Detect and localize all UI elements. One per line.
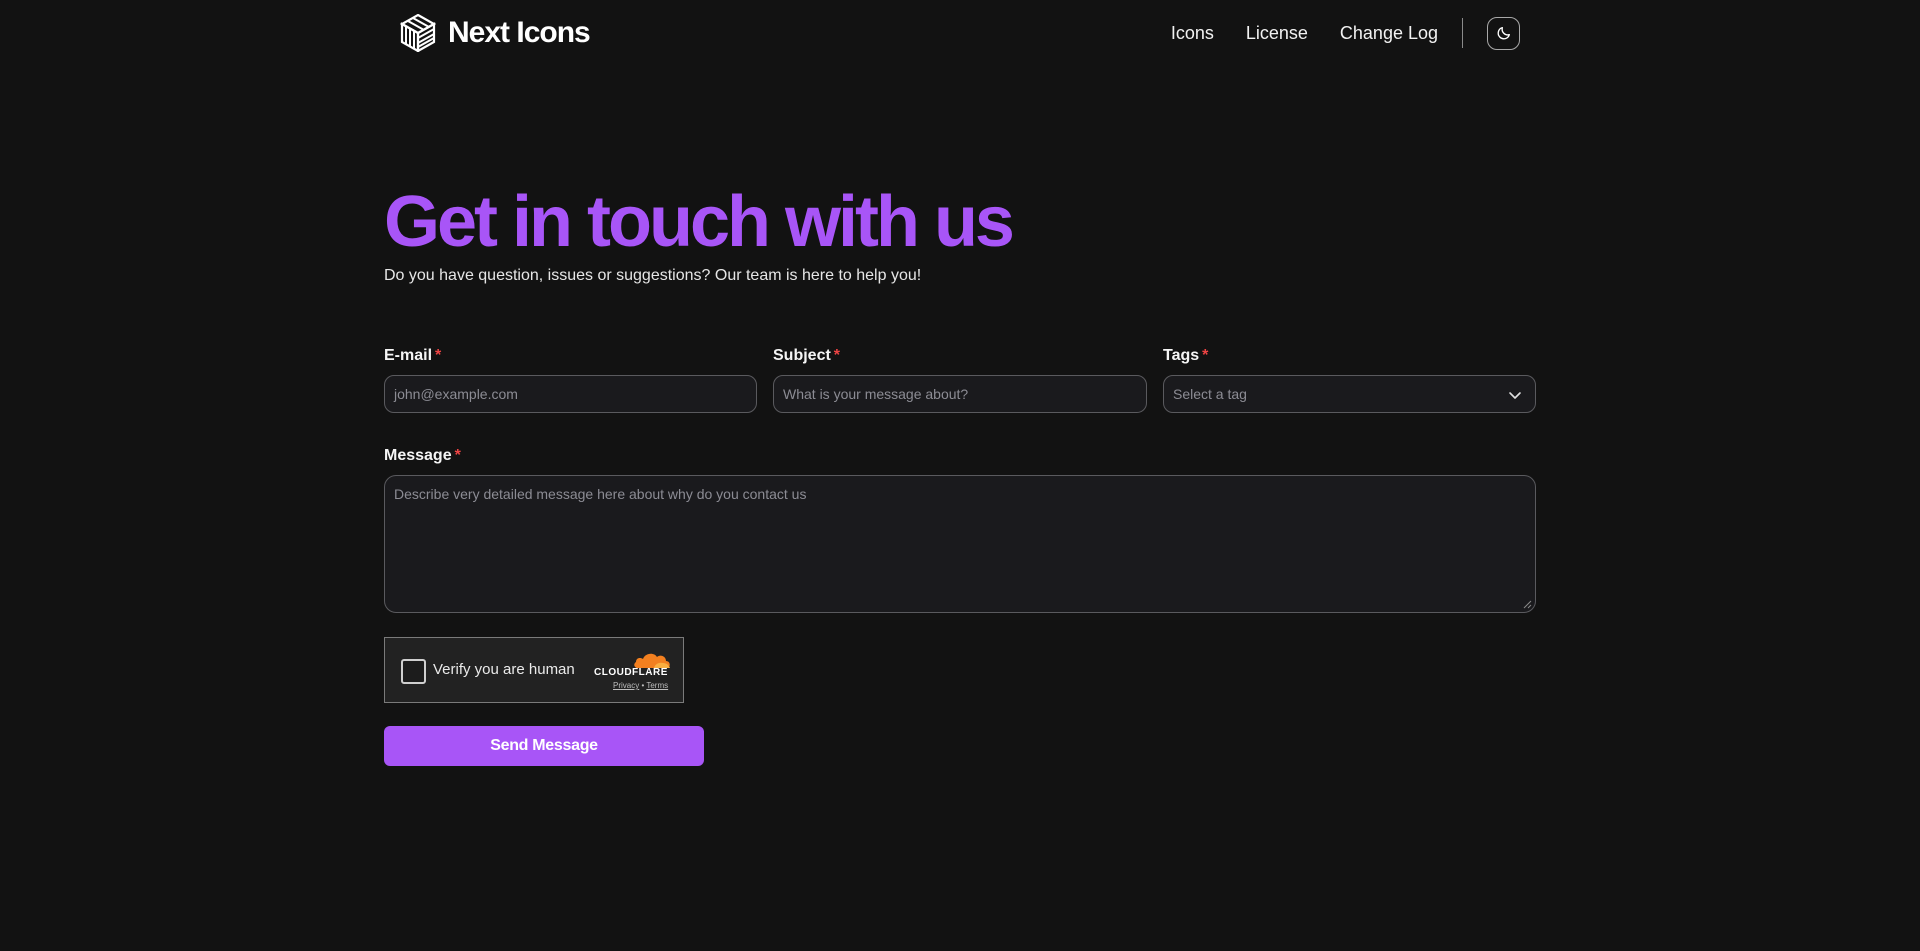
send-message-button[interactable]: Send Message xyxy=(384,726,704,766)
captcha-checkbox[interactable] xyxy=(401,659,426,684)
captcha-widget: Verify you are human CLOUDFLARE Privacy … xyxy=(384,637,684,703)
email-field[interactable]: john@example.com xyxy=(384,375,757,413)
nav-link-license[interactable]: License xyxy=(1246,16,1308,50)
required-mark: * xyxy=(435,347,442,364)
tags-selected-value: Select a tag xyxy=(1173,386,1247,402)
tags-label: Tags * xyxy=(1163,347,1208,365)
tags-label-text: Tags xyxy=(1163,347,1200,364)
chevron-down-icon xyxy=(1509,392,1521,399)
resize-grip-icon[interactable] xyxy=(1522,599,1532,609)
captcha-label: Verify you are human xyxy=(433,661,575,678)
terms-link[interactable]: Terms xyxy=(646,681,668,690)
subject-placeholder: What is your message about? xyxy=(783,386,969,402)
email-label-text: E-mail xyxy=(384,347,433,364)
main-nav: Icons License Change Log xyxy=(1171,16,1520,50)
page-title: Get in touch with us xyxy=(384,182,1015,262)
cube-logo-icon xyxy=(400,14,436,52)
nav-link-icons[interactable]: Icons xyxy=(1171,16,1214,50)
message-label: Message * xyxy=(384,447,461,465)
required-mark: * xyxy=(1202,347,1209,364)
captcha-links: Privacy • Terms xyxy=(613,681,668,690)
subject-label-text: Subject xyxy=(773,347,831,364)
subject-field[interactable]: What is your message about? xyxy=(773,375,1147,413)
moon-icon xyxy=(1497,27,1510,40)
required-mark: * xyxy=(454,447,461,464)
message-label-text: Message xyxy=(384,447,452,464)
nav-link-change-log[interactable]: Change Log xyxy=(1340,16,1438,50)
brand-logo-link[interactable]: Next Icons xyxy=(400,14,591,52)
tags-select[interactable]: Select a tag xyxy=(1163,375,1536,413)
email-label: E-mail * xyxy=(384,347,441,365)
site-header: Next Icons Icons License Change Log xyxy=(384,0,1536,68)
links-separator: • xyxy=(641,681,645,690)
page-subtitle: Do you have question, issues or suggesti… xyxy=(384,267,922,284)
page-container: Next Icons Icons License Change Log Get … xyxy=(384,0,1536,951)
cloudflare-wordmark: CLOUDFLARE xyxy=(594,667,668,678)
subject-label: Subject * xyxy=(773,347,840,365)
email-placeholder: john@example.com xyxy=(394,386,518,402)
brand-name: Next Icons xyxy=(448,16,591,49)
message-textarea[interactable]: Describe very detailed message here abou… xyxy=(384,475,1536,613)
privacy-link[interactable]: Privacy xyxy=(613,681,639,690)
required-mark: * xyxy=(833,347,841,364)
nav-divider xyxy=(1462,18,1463,48)
message-placeholder: Describe very detailed message here abou… xyxy=(394,486,807,502)
theme-toggle-button[interactable] xyxy=(1487,16,1520,50)
